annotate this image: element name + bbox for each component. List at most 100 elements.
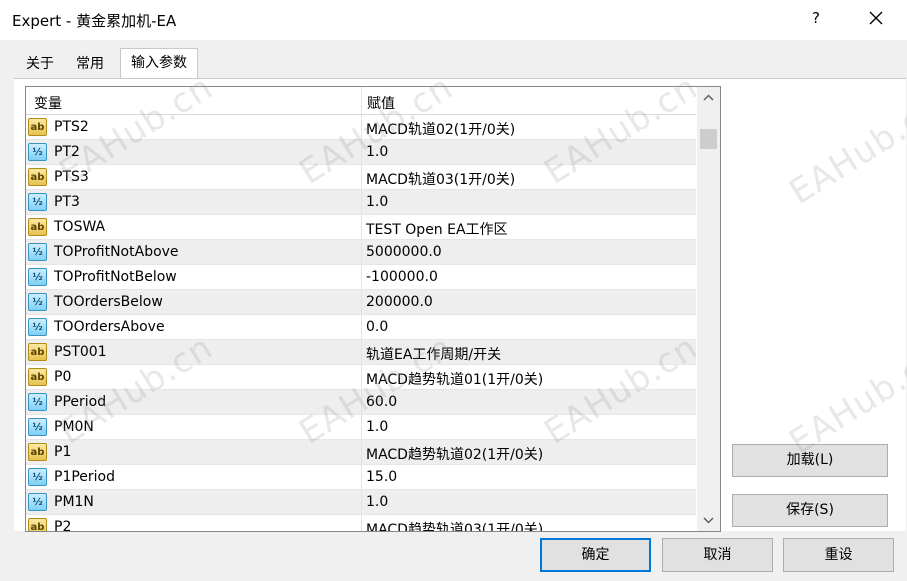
column-divider [361,315,362,340]
parameter-name: PT3 [54,194,80,210]
string-type-icon: ab [28,168,47,186]
parameter-row[interactable]: ab TOSWA TEST Open EA工作区 [26,215,696,240]
parameter-value[interactable]: MACD轨道03(1开/0关) [366,169,515,189]
parameter-name: PM0N [54,419,94,435]
parameter-row[interactable]: ½ TOOrdersAbove 0.0 [26,315,696,340]
parameter-value[interactable]: -100000.0 [366,269,438,285]
parameter-row[interactable]: ½ TOProfitNotAbove 5000000.0 [26,240,696,265]
tab-inputs[interactable]: 输入参数 [120,48,198,80]
scroll-up-icon[interactable] [697,87,720,109]
column-divider [361,265,362,290]
string-type-icon: ab [28,118,47,136]
parameter-name: TOOrdersBelow [54,294,163,310]
parameter-value[interactable]: 200000.0 [366,294,433,310]
string-type-icon: ab [28,368,47,386]
parameter-name: PTS2 [54,119,89,135]
column-divider [361,415,362,440]
parameter-value[interactable]: MACD趋势轨道03(1开/0关) [366,519,543,531]
column-header-variable[interactable]: 变量 [34,93,62,113]
double-type-icon: ½ [28,318,47,336]
parameter-name: PT2 [54,144,80,160]
parameter-row[interactable]: ½ TOProfitNotBelow -100000.0 [26,265,696,290]
load-button[interactable]: 加载(L) [732,444,888,477]
parameter-value[interactable]: 60.0 [366,394,397,410]
header-divider[interactable] [361,87,362,114]
cancel-button[interactable]: 取消 [662,538,773,572]
double-type-icon: ½ [28,268,47,286]
parameter-name: P0 [54,369,72,385]
scroll-thumb[interactable] [700,129,717,149]
column-divider [361,215,362,240]
parameter-name: TOProfitNotAbove [54,244,179,260]
parameter-row[interactable]: ½ PM1N 1.0 [26,490,696,515]
parameter-row[interactable]: ½ TOOrdersBelow 200000.0 [26,290,696,315]
column-divider [361,165,362,190]
parameter-row[interactable]: ab PTS2 MACD轨道02(1开/0关) [26,115,696,140]
string-type-icon: ab [28,443,47,461]
column-divider [361,465,362,490]
parameter-value[interactable]: 15.0 [366,469,397,485]
parameter-name: TOSWA [54,219,106,235]
tab-common[interactable]: 常用 [68,51,112,78]
parameter-name: PPeriod [54,394,107,410]
reset-button[interactable]: 重设 [783,538,894,572]
column-divider [361,490,362,515]
parameter-row[interactable]: ab P1 MACD趋势轨道02(1开/0关) [26,440,696,465]
column-divider [361,140,362,165]
double-type-icon: ½ [28,193,47,211]
parameter-value[interactable]: 1.0 [366,144,388,160]
column-divider [361,390,362,415]
parameter-name: TOProfitNotBelow [54,269,177,285]
string-type-icon: ab [28,518,47,531]
column-divider [361,290,362,315]
parameter-value[interactable]: MACD趋势轨道01(1开/0关) [366,369,543,389]
parameter-value[interactable]: MACD轨道02(1开/0关) [366,119,515,139]
window-title: Expert - 黄金累加机-EA [12,12,177,30]
column-header-value[interactable]: 赋值 [367,93,395,113]
vertical-scrollbar[interactable] [697,87,720,531]
column-divider [361,115,362,140]
parameter-row[interactable]: ab P0 MACD趋势轨道01(1开/0关) [26,365,696,390]
parameter-value[interactable]: 5000000.0 [366,244,442,260]
column-divider [361,340,362,365]
parameter-row[interactable]: ab P2 MACD趋势轨道03(1开/0关) [26,515,696,531]
parameter-name: P1 [54,444,72,460]
grid-header: 变量 赋值 [26,87,696,115]
parameter-row[interactable]: ½ PT2 1.0 [26,140,696,165]
parameter-row[interactable]: ½ P1Period 15.0 [26,465,696,490]
parameter-value[interactable]: 0.0 [366,319,388,335]
tab-about[interactable]: 关于 [18,51,62,78]
parameters-grid: 变量 赋值 ab PTS2 MACD轨道02(1开/0关) ½ PT2 1.0 ab PTS3… [25,86,721,532]
column-divider [361,190,362,215]
parameter-value[interactable]: MACD趋势轨道02(1开/0关) [366,444,543,464]
double-type-icon: ½ [28,418,47,436]
ok-button[interactable]: 确定 [540,538,651,572]
save-button[interactable]: 保存(S) [732,494,888,527]
close-icon[interactable] [866,6,886,30]
double-type-icon: ½ [28,493,47,511]
column-divider [361,440,362,465]
double-type-icon: ½ [28,243,47,261]
parameter-row[interactable]: ½ PM0N 1.0 [26,415,696,440]
string-type-icon: ab [28,218,47,236]
parameter-row[interactable]: ab PTS3 MACD轨道03(1开/0关) [26,165,696,190]
grid-rows: ab PTS2 MACD轨道02(1开/0关) ½ PT2 1.0 ab PTS3 MACD轨道… [26,115,696,531]
string-type-icon: ab [28,343,47,361]
title-bar: Expert - 黄金累加机-EA ? [0,0,907,40]
parameter-row[interactable]: ½ PPeriod 60.0 [26,390,696,415]
parameter-value[interactable]: 轨道EA工作周期/开关 [366,344,501,364]
double-type-icon: ½ [28,393,47,411]
parameter-value[interactable]: 1.0 [366,494,388,510]
parameter-value[interactable]: TEST Open EA工作区 [366,219,508,239]
parameter-value[interactable]: 1.0 [366,419,388,435]
parameter-name: PTS3 [54,169,89,185]
scroll-down-icon[interactable] [697,509,720,531]
parameter-value[interactable]: 1.0 [366,194,388,210]
parameter-row[interactable]: ½ PT3 1.0 [26,190,696,215]
parameter-name: PST001 [54,344,107,360]
parameter-name: P1Period [54,469,116,485]
parameter-row[interactable]: ab PST001 轨道EA工作周期/开关 [26,340,696,365]
help-button[interactable]: ? [812,9,820,27]
column-divider [361,240,362,265]
double-type-icon: ½ [28,468,47,486]
